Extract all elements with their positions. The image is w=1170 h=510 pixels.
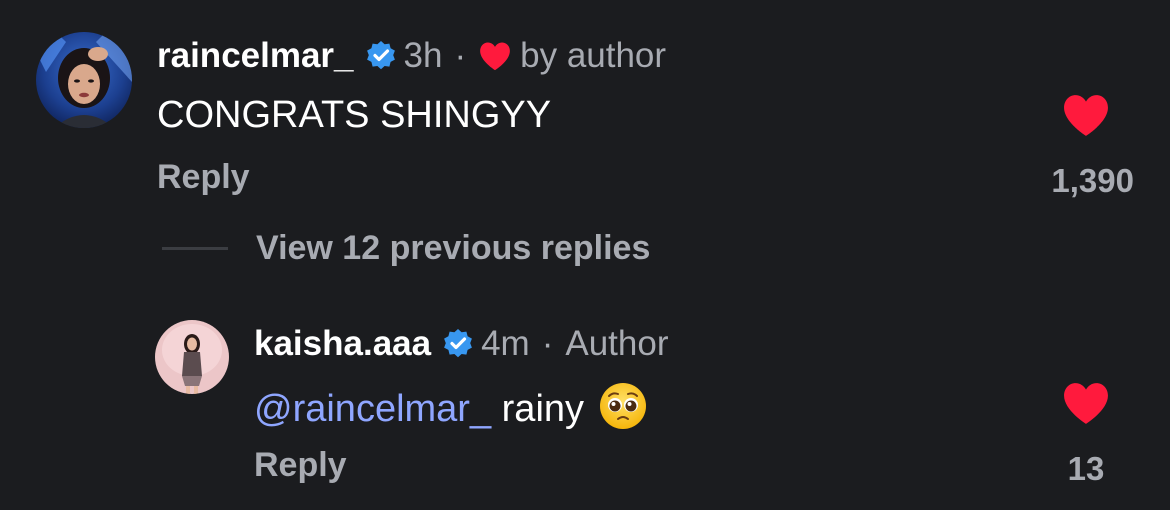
avatar-raincelmar[interactable]	[36, 32, 132, 128]
comment-text: CONGRATS SHINGYY	[157, 94, 552, 136]
reply-text: @raincelmar_ rainy	[254, 381, 648, 431]
view-previous-replies-button[interactable]: View 12 previous replies	[256, 229, 650, 268]
pleading-face-emoji	[598, 381, 648, 431]
username[interactable]: raincelmar_	[157, 36, 354, 76]
verified-badge-icon	[441, 327, 475, 361]
separator-dot: ·	[541, 324, 554, 363]
username[interactable]: kaisha.aaa	[254, 324, 431, 364]
separator-dot: ·	[454, 36, 467, 75]
reply-text-body: rainy	[491, 388, 585, 430]
replies-divider	[162, 247, 228, 250]
mention-link[interactable]: @raincelmar_	[254, 388, 491, 430]
heart-icon	[478, 40, 512, 72]
comment-header: raincelmar_ 3h · by author	[157, 36, 666, 76]
reply-header: kaisha.aaa 4m · Author	[254, 324, 669, 364]
verified-badge-icon	[364, 39, 398, 73]
liked-by-author-label: by author	[520, 36, 667, 75]
comment-time: 4m	[481, 324, 530, 363]
comment-time: 3h	[403, 36, 443, 75]
avatar-kaisha[interactable]	[155, 320, 229, 394]
like-count: 13	[1067, 450, 1105, 487]
reply-button[interactable]: Reply	[157, 158, 250, 197]
reply-button[interactable]: Reply	[254, 446, 347, 485]
heart-filled-icon[interactable]	[1060, 380, 1112, 426]
like-count: 1,390	[1051, 162, 1134, 199]
heart-filled-icon[interactable]	[1060, 92, 1112, 138]
author-badge: Author	[565, 324, 669, 363]
